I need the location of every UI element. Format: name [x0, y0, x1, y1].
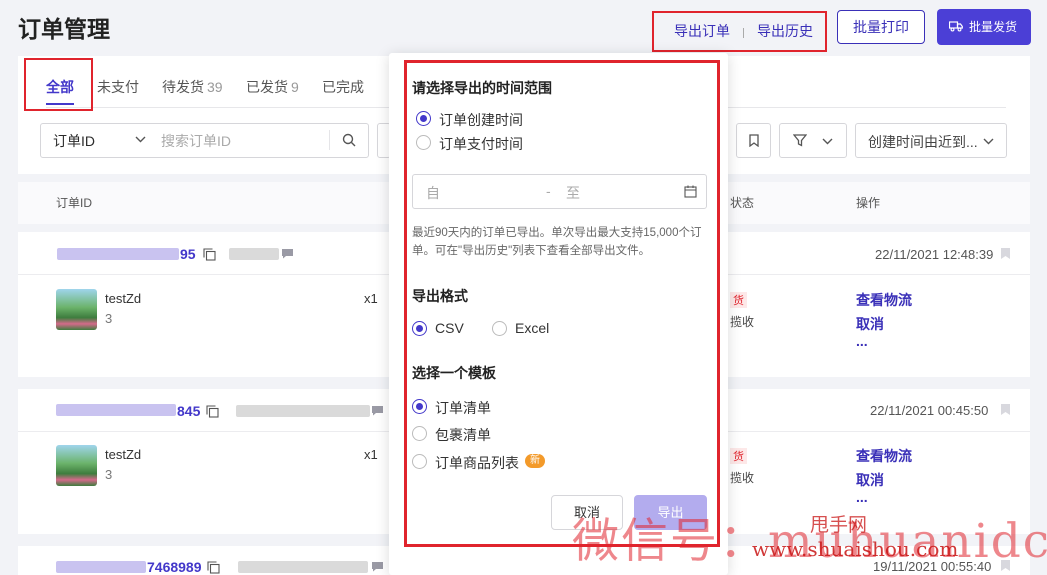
col-order-id: 订单ID — [56, 196, 93, 210]
page-title: 订单管理 — [18, 16, 110, 42]
id-type-select[interactable]: 订单ID — [53, 131, 95, 151]
radio-pay-time[interactable] — [416, 135, 431, 150]
status-badge: 货 — [730, 292, 747, 308]
product-quantity: x1 — [364, 291, 378, 306]
product-thumbnail — [56, 445, 97, 486]
copy-icon[interactable] — [207, 561, 220, 574]
order-id[interactable]: 95 — [180, 246, 196, 262]
chat-icon[interactable] — [281, 248, 294, 259]
tab-unpaid[interactable]: 未支付 — [97, 77, 139, 97]
product-thumbnail — [56, 289, 97, 330]
time-range-title: 请选择导出的时间范围 — [412, 80, 552, 96]
batch-print-button[interactable]: 批量打印 — [837, 10, 925, 44]
chevron-down-icon — [983, 138, 994, 145]
cancel-order-link[interactable]: 取消 — [856, 470, 884, 490]
tab-all-highlight-box — [24, 58, 93, 111]
view-logistics-link[interactable]: 查看物流 — [856, 446, 912, 466]
date-separator: - — [546, 183, 551, 199]
tab-count: 39 — [207, 79, 223, 95]
tab-count: 9 — [291, 79, 299, 95]
radio-create-time-label[interactable]: 订单创建时间 — [439, 110, 523, 130]
radio-template-product-list-label[interactable]: 订单商品列表 — [435, 453, 519, 473]
radio-template-order-list[interactable] — [412, 399, 427, 414]
watermark-site-name: 甩手网 — [810, 514, 868, 536]
search-icon[interactable] — [342, 133, 356, 147]
order-date: 22/11/2021 00:45:50 — [870, 403, 989, 418]
tab-label: 已发货 — [246, 79, 288, 95]
sort-select-value: 创建时间由近到... — [868, 134, 978, 150]
search-divider — [329, 130, 330, 150]
radio-pay-time-label[interactable]: 订单支付时间 — [439, 134, 523, 154]
tab-shipped[interactable]: 已发货 9 — [246, 77, 299, 97]
col-actions: 操作 — [856, 196, 881, 210]
product-variant: 3 — [105, 311, 113, 326]
new-badge: 新 — [525, 454, 545, 468]
radio-template-package-list-label[interactable]: 包裹清单 — [435, 425, 491, 445]
tab-label: 待发货 — [162, 79, 204, 95]
radio-format-csv-label[interactable]: CSV — [435, 320, 464, 336]
radio-template-package-list[interactable] — [412, 426, 427, 441]
date-from-input[interactable]: 自 — [426, 183, 440, 203]
view-logistics-link[interactable]: 查看物流 — [856, 290, 912, 310]
date-range-picker[interactable]: 自 - 至 — [412, 174, 707, 209]
radio-format-csv[interactable] — [412, 321, 427, 336]
date-to-input[interactable]: 至 — [566, 183, 580, 203]
cancel-order-link[interactable]: 取消 — [856, 314, 884, 334]
chat-icon[interactable] — [371, 561, 384, 572]
buyer-name-masked — [229, 248, 279, 260]
bookmark-icon[interactable] — [1001, 248, 1010, 259]
chat-icon[interactable] — [371, 405, 384, 416]
search-input[interactable]: 搜索订单ID — [161, 131, 231, 151]
product-variant: 3 — [105, 467, 113, 482]
buyer-name-masked — [236, 405, 370, 417]
product-quantity: x1 — [364, 447, 378, 462]
batch-ship-label: 批量发货 — [969, 20, 1018, 34]
col-status: 状态 — [730, 196, 755, 210]
bookmark-icon[interactable] — [1001, 404, 1010, 415]
export-hint-text: 最近90天内的订单已导出。单次导出最大支持15,000个订单。可在"导出历史"列… — [412, 227, 702, 257]
product-name: testZd — [105, 291, 142, 306]
chevron-down-icon — [822, 138, 833, 145]
radio-template-product-list[interactable] — [412, 454, 427, 469]
buyer-name-masked — [238, 561, 368, 573]
filter-icon — [793, 134, 807, 147]
bookmark-icon — [749, 134, 759, 147]
order-id-masked — [57, 248, 179, 260]
order-id-masked — [56, 404, 176, 416]
template-title: 选择一个模板 — [412, 365, 496, 381]
tab-pending-ship[interactable]: 待发货 39 — [162, 77, 223, 97]
product-name: testZd — [105, 447, 142, 462]
sort-select[interactable]: 创建时间由近到... — [855, 123, 1007, 158]
watermark-url: www.shuaishou.com — [752, 537, 959, 561]
tab-completed[interactable]: 已完成 — [322, 77, 364, 97]
status-badge: 货 — [730, 448, 747, 464]
calendar-icon — [684, 185, 697, 198]
radio-format-excel[interactable] — [492, 321, 507, 336]
radio-format-excel-label[interactable]: Excel — [515, 320, 549, 336]
order-date: 22/11/2021 12:48:39 — [875, 247, 994, 262]
status-detail: 揽收 — [730, 471, 755, 485]
more-actions-link[interactable]: ... — [856, 333, 868, 349]
radio-template-order-list-label[interactable]: 订单清单 — [435, 398, 491, 418]
order-id[interactable]: 7468989 — [147, 559, 202, 575]
truck-icon — [949, 21, 963, 32]
order-id[interactable]: 845 — [177, 403, 200, 419]
filter-button[interactable] — [779, 123, 847, 158]
export-format-title: 导出格式 — [412, 288, 468, 304]
export-history-button[interactable]: 导出历史 — [757, 21, 813, 41]
chevron-down-icon[interactable] — [135, 136, 146, 143]
export-divider — [743, 28, 744, 38]
radio-create-time[interactable] — [416, 111, 431, 126]
batch-ship-button[interactable]: 批量发货 — [937, 9, 1031, 45]
bookmark-filter-button[interactable] — [736, 123, 771, 158]
copy-icon[interactable] — [203, 248, 216, 261]
status-detail: 揽收 — [730, 315, 755, 329]
export-orders-button[interactable]: 导出订单 — [674, 21, 730, 41]
order-id-masked — [56, 561, 146, 573]
copy-icon[interactable] — [206, 405, 219, 418]
